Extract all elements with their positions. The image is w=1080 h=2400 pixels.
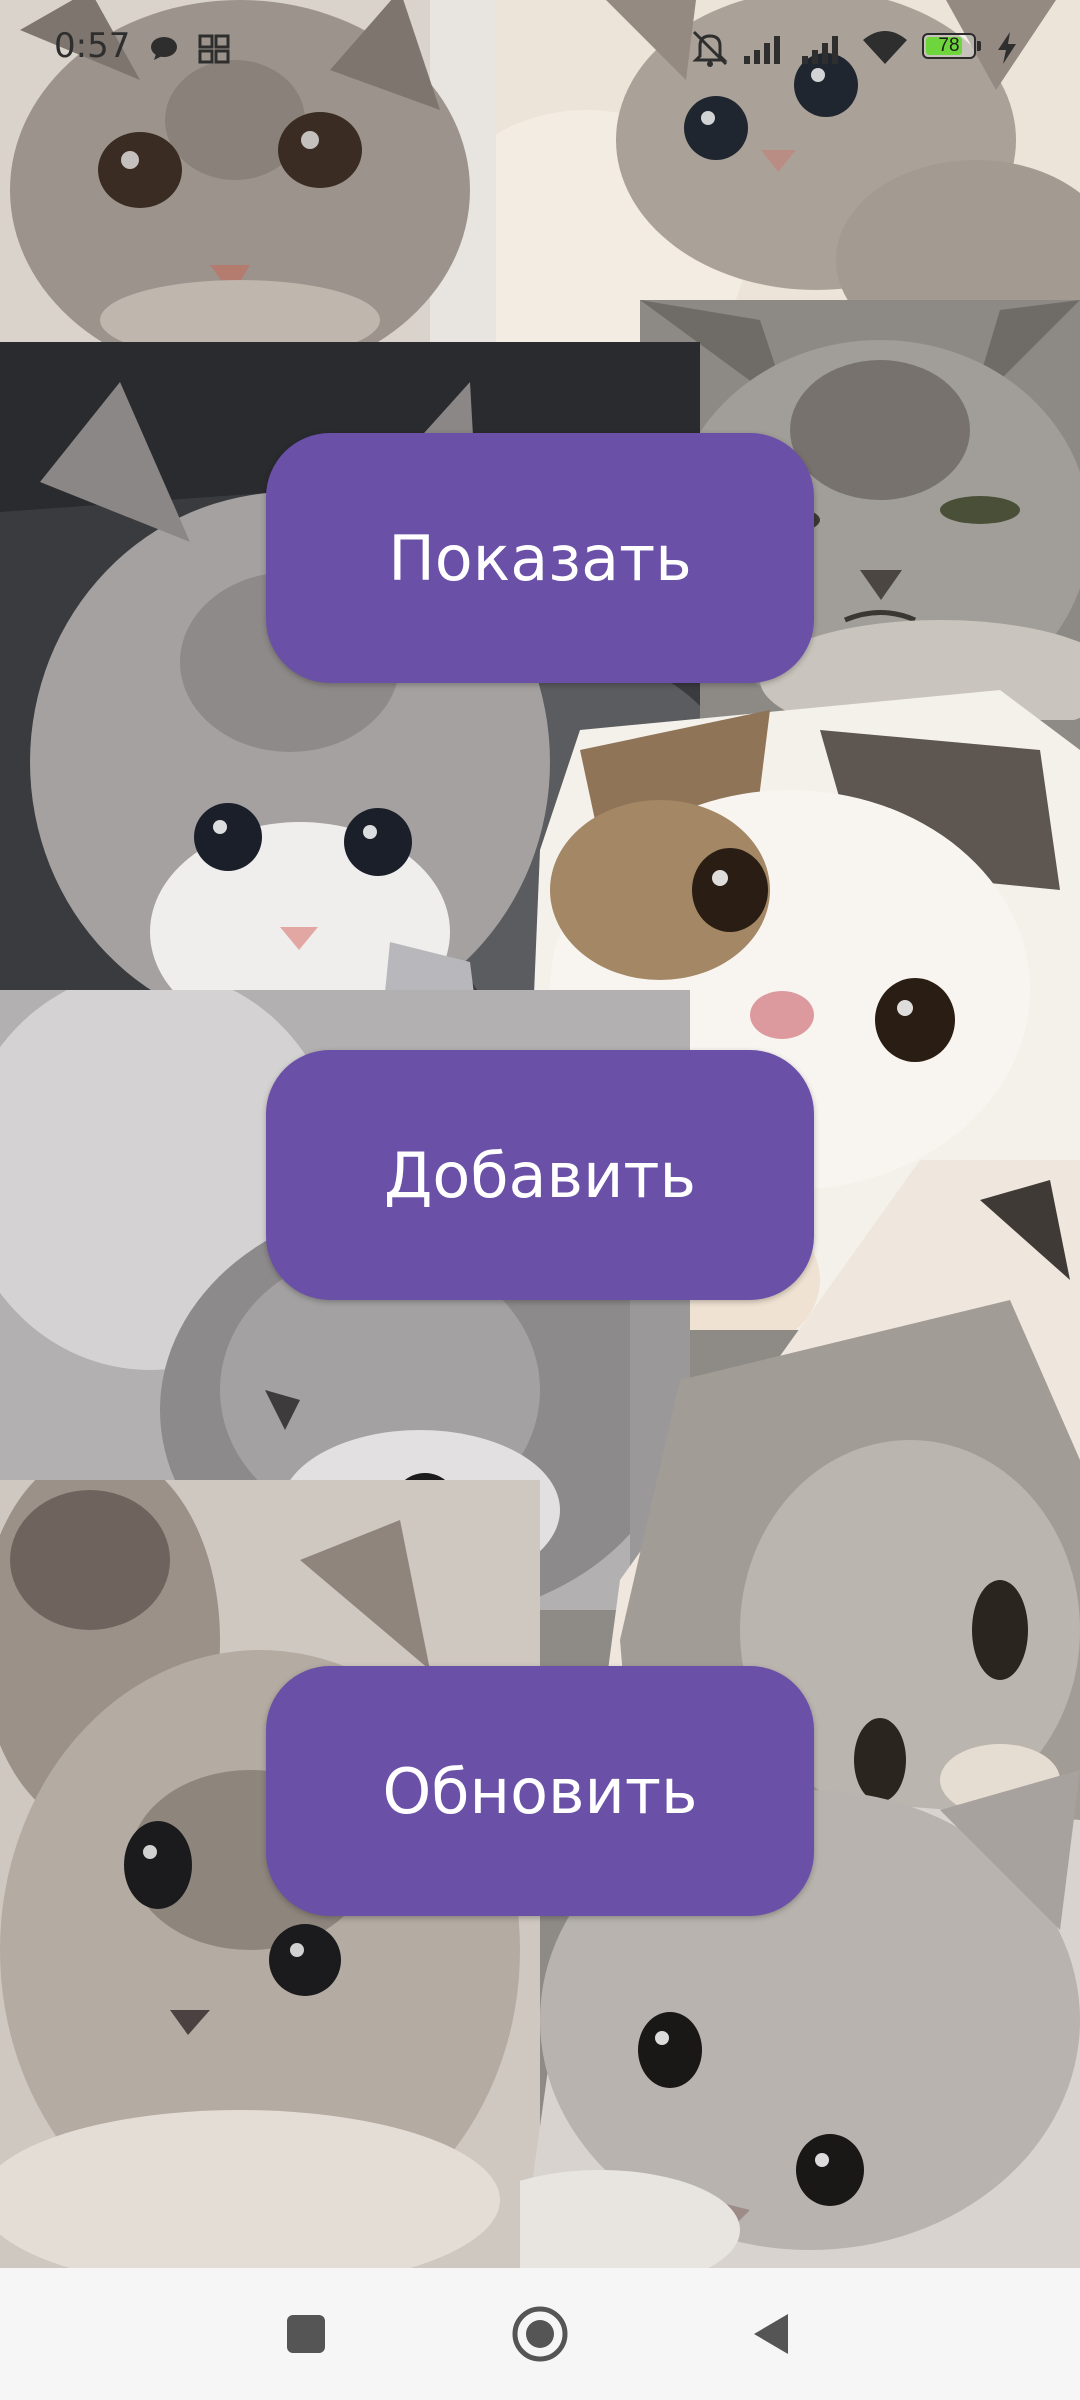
home-icon xyxy=(512,2306,568,2362)
battery-level: 78 xyxy=(938,35,960,56)
home-button[interactable] xyxy=(504,2298,576,2370)
status-time: 0:57 xyxy=(54,26,131,66)
chat-bubble-icon xyxy=(151,37,177,60)
battery-tip xyxy=(977,41,981,51)
status-bar: 0:57 78 xyxy=(0,0,1080,96)
battery-icon: 78 xyxy=(922,33,984,63)
back-button[interactable] xyxy=(740,2302,804,2366)
grid-icon xyxy=(198,34,230,64)
refresh-button[interactable]: Обновить xyxy=(266,1666,814,1916)
mute-icon xyxy=(692,30,728,67)
recents-button[interactable] xyxy=(270,2304,342,2364)
wifi-icon xyxy=(863,31,907,64)
signal-icon xyxy=(744,36,780,64)
recents-icon xyxy=(287,2315,325,2353)
navigation-bar xyxy=(0,2268,1080,2400)
charging-icon xyxy=(998,32,1016,64)
show-button[interactable]: Показать xyxy=(266,433,814,683)
signal-icon xyxy=(802,36,838,64)
add-button[interactable]: Добавить xyxy=(266,1050,814,1300)
back-icon xyxy=(754,2314,788,2354)
